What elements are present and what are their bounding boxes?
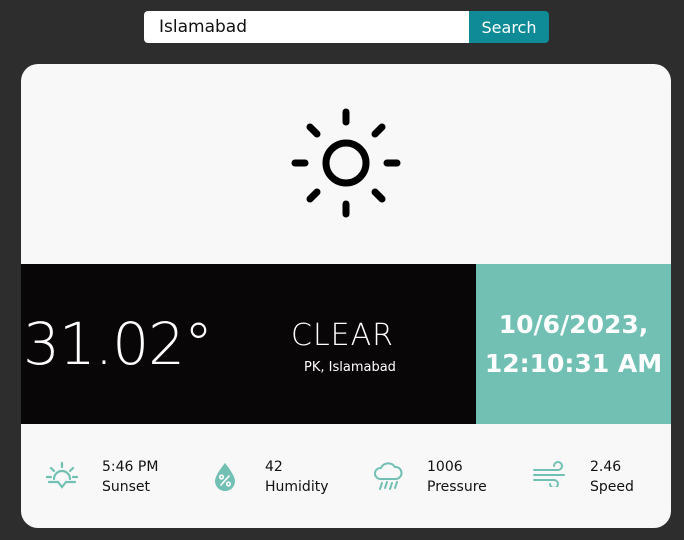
weather-condition: CLEAR [291, 318, 394, 353]
search-input[interactable] [144, 11, 469, 43]
wind-speed-stat: 2.46 Speed [507, 424, 671, 528]
sunset-value: 5:46 PM [102, 459, 159, 475]
sun-icon [291, 108, 401, 218]
pressure-label: Pressure [427, 479, 487, 495]
pressure-stat: 1006 Pressure [345, 424, 507, 528]
pressure-value: 1006 [427, 459, 463, 475]
temperature-value: 31.02° [23, 310, 213, 378]
weather-card: 31.02° CLEAR PK, Islamabad 10/6/2023, 12… [21, 64, 671, 528]
search-bar: Search [144, 11, 549, 43]
humidity-stat: 42 Humidity [183, 424, 345, 528]
humidity-value: 42 [265, 459, 283, 475]
sunset-stat: 5:46 PM Sunset [21, 424, 183, 528]
rain-cloud-icon [374, 462, 403, 490]
weather-summary-band: 31.02° CLEAR PK, Islamabad 10/6/2023, 12… [21, 264, 671, 424]
wind-icon [533, 461, 565, 487]
time-value: 12:10:31 AM [484, 349, 663, 378]
temperature-panel: 31.02° CLEAR PK, Islamabad [21, 264, 476, 424]
search-button[interactable]: Search [469, 11, 549, 43]
date-value: 10/6/2023, [498, 310, 649, 339]
humidity-label: Humidity [265, 479, 329, 495]
stats-row: 5:46 PM Sunset 42 Humidity 1006 Pressure… [21, 424, 671, 528]
weather-icon-area [21, 64, 671, 264]
sunset-label: Sunset [102, 479, 151, 495]
wind-speed-label: Speed [590, 479, 634, 495]
wind-speed-value: 2.46 [590, 459, 622, 475]
humidity-drop-icon [215, 463, 235, 491]
datetime-panel: 10/6/2023, 12:10:31 AM [476, 264, 671, 424]
location-label: PK, Islamabad [304, 360, 396, 375]
sunset-icon [46, 461, 78, 489]
